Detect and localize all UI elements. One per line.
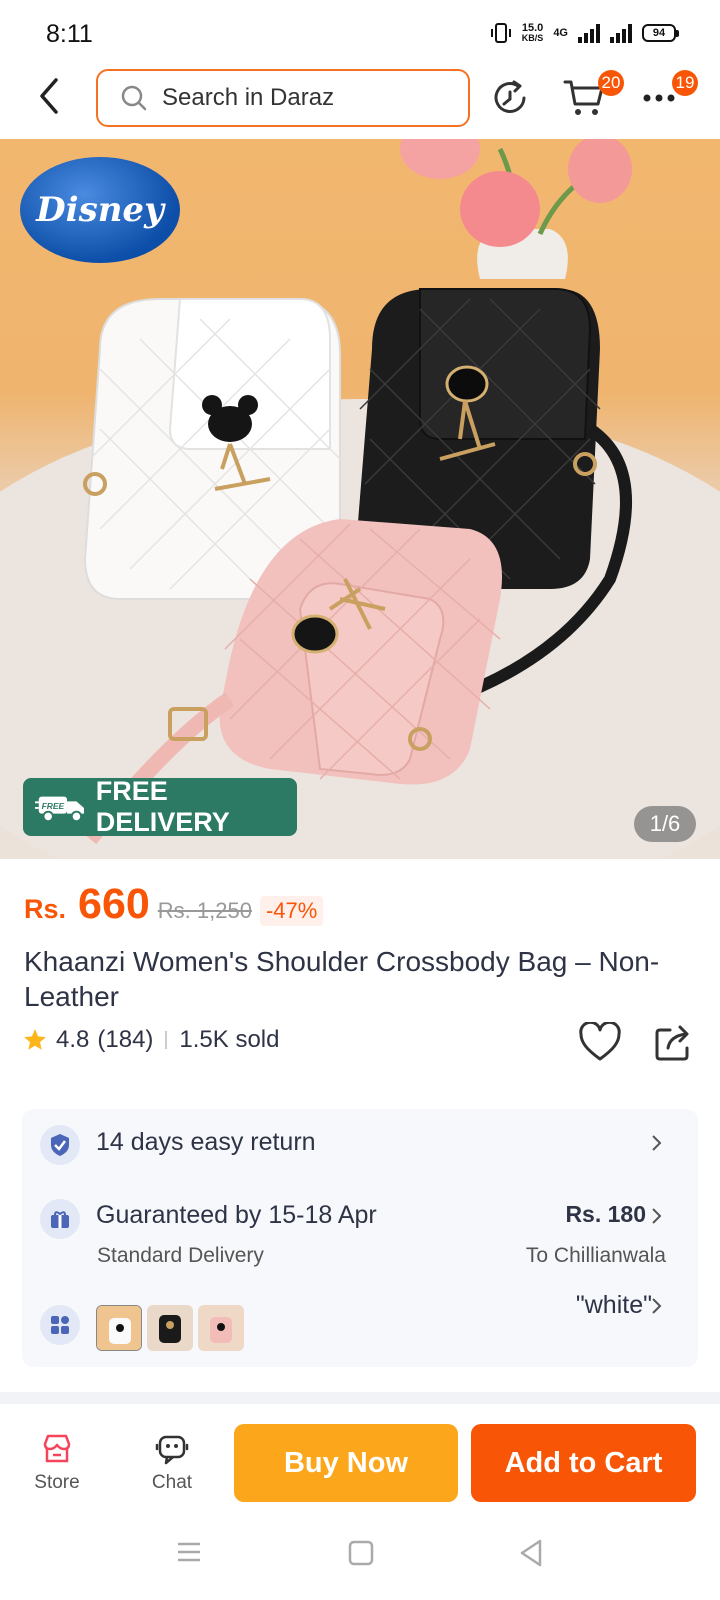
section-divider (0, 1392, 720, 1404)
speed-unit: KB/S (521, 33, 544, 43)
sold-count: 1.5K sold (179, 1026, 280, 1053)
brand-logo-text: Disney (36, 190, 164, 230)
chat-icon (155, 1435, 189, 1465)
original-price: Rs. 1,250 (157, 898, 252, 923)
home-square-icon[interactable] (348, 1540, 374, 1566)
product-title: Khaanzi Women's Shoulder Crossbody Bag –… (24, 946, 660, 1012)
free-delivery-text: FREE DELIVERY (95, 776, 230, 837)
free-delivery-badge: FREE FREE DELIVERY (23, 776, 297, 837)
brand-logo: Disney (20, 157, 180, 263)
rating-count: (184) (97, 1026, 154, 1053)
gift-box-icon (40, 1199, 80, 1239)
price-row: Rs. 660 Rs. 1,250 -47% (24, 880, 324, 929)
cart-button[interactable]: 20 (562, 70, 624, 124)
status-bar: 8:11 15.0 KB/S 4G 94 (0, 0, 720, 62)
selected-variant: "white" (575, 1291, 652, 1319)
chat-button[interactable]: Chat (132, 1432, 212, 1494)
chevron-right-icon (652, 1208, 662, 1224)
more-badge: 19 (672, 70, 698, 96)
add-to-cart-button[interactable]: Add to Cart (471, 1424, 696, 1502)
variant-thumbnail-black[interactable] (147, 1305, 193, 1351)
store-label: Store (34, 1472, 80, 1493)
divider (165, 1031, 168, 1049)
rating-value: 4.8 (56, 1026, 90, 1053)
back-triangle-icon[interactable] (518, 1538, 544, 1568)
status-time: 8:11 (46, 20, 93, 48)
cart-badge: 20 (598, 70, 624, 96)
vibrate-icon (490, 23, 511, 43)
discount-badge: -47% (259, 896, 324, 926)
delivery-type: Standard Delivery (97, 1244, 264, 1267)
menu-icon[interactable] (176, 1540, 202, 1564)
star-icon (24, 1029, 46, 1050)
share-icon[interactable] (654, 1022, 692, 1062)
shield-icon (40, 1125, 80, 1165)
chevron-right-icon (652, 1298, 662, 1314)
status-icons: 15.0 KB/S 4G 94 (490, 22, 679, 44)
delivery-fee: Rs. 180 (565, 1201, 646, 1227)
variant-thumbnail-white[interactable] (96, 1305, 142, 1351)
search-placeholder: Search in Daraz (162, 84, 335, 111)
store-icon (43, 1434, 71, 1463)
chat-label: Chat (151, 1472, 193, 1493)
signal-icon-2 (610, 23, 632, 43)
image-counter: 1/6 (634, 806, 696, 842)
system-navigation-bar (0, 1520, 720, 1600)
delivery-truck-icon: FREE (35, 796, 84, 823)
search-icon (121, 85, 147, 111)
delivery-info-card: 14 days easy return Guaranteed by 15-18 … (22, 1109, 698, 1367)
network-speed: 15.0 KB/S (521, 22, 544, 44)
more-button[interactable]: 19 (642, 70, 698, 124)
price-value: 660 (78, 880, 150, 928)
delivery-row[interactable]: Guaranteed by 15-18 Apr Standard Deliver… (22, 1179, 698, 1279)
return-policy-text: 14 days easy return (96, 1128, 316, 1156)
return-policy-row[interactable]: 14 days easy return (22, 1109, 698, 1179)
search-input[interactable]: Search in Daraz (96, 69, 470, 127)
variant-thumbnail-pink[interactable] (198, 1305, 244, 1351)
delivery-guarantee-text: Guaranteed by 15-18 Apr (96, 1201, 377, 1229)
buy-now-button[interactable]: Buy Now (234, 1424, 458, 1502)
back-arrow-icon[interactable] (30, 76, 70, 116)
history-icon[interactable] (488, 76, 532, 120)
free-badge-small-text: FREE (42, 801, 65, 811)
battery-icon: 94 (642, 24, 679, 42)
store-button[interactable]: Store (17, 1432, 97, 1494)
chevron-right-icon (652, 1135, 662, 1151)
bottom-action-bar: Store Chat Buy Now Add to Cart (0, 1410, 720, 1520)
network-type: 4G (553, 27, 568, 39)
signal-icon (578, 23, 600, 43)
wishlist-heart-icon[interactable] (578, 1022, 622, 1062)
top-header: Search in Daraz 20 19 (0, 62, 720, 138)
delivery-destination: To Chillianwala (525, 1244, 666, 1267)
speed-value: 15.0 (521, 22, 544, 34)
product-image-carousel[interactable]: Disney FREE FREE DELIVERY 1/6 (0, 139, 720, 859)
grid-icon (40, 1305, 80, 1345)
rating-row[interactable]: 4.8 (184) 1.5K sold (22, 1026, 279, 1054)
price-currency: Rs. (24, 894, 67, 924)
